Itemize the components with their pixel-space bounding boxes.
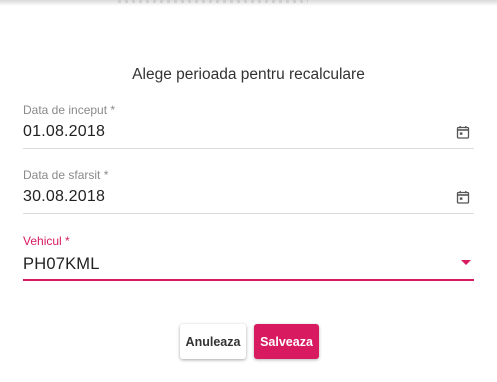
end-date-value[interactable]: 30.08.2018 (23, 188, 105, 206)
start-date-field[interactable]: Data de inceput * 01.08.2018 (23, 103, 474, 149)
start-date-value[interactable]: 01.08.2018 (23, 123, 105, 141)
vehicle-underline (23, 279, 474, 281)
calendar-icon[interactable] (456, 190, 470, 204)
vehicle-label: Vehicul * (23, 234, 70, 248)
save-button[interactable]: Salveaza (254, 324, 319, 359)
vehicle-select[interactable]: Vehicul * PH07KML (23, 234, 474, 281)
start-date-label: Data de inceput * (23, 103, 116, 117)
start-date-underline (23, 148, 474, 149)
dropdown-arrow-icon[interactable] (461, 260, 471, 265)
cancel-button[interactable]: Anuleaza (180, 324, 246, 359)
end-date-field[interactable]: Data de sfarsit * 30.08.2018 (23, 168, 474, 214)
overlay-top-edge (0, 0, 497, 6)
end-date-underline (23, 213, 474, 214)
end-date-label: Data de sfarsit * (23, 168, 109, 182)
dialog-title: Alege perioada pentru recalculare (132, 66, 365, 83)
calendar-icon[interactable] (456, 125, 470, 139)
vehicle-value[interactable]: PH07KML (23, 255, 100, 274)
